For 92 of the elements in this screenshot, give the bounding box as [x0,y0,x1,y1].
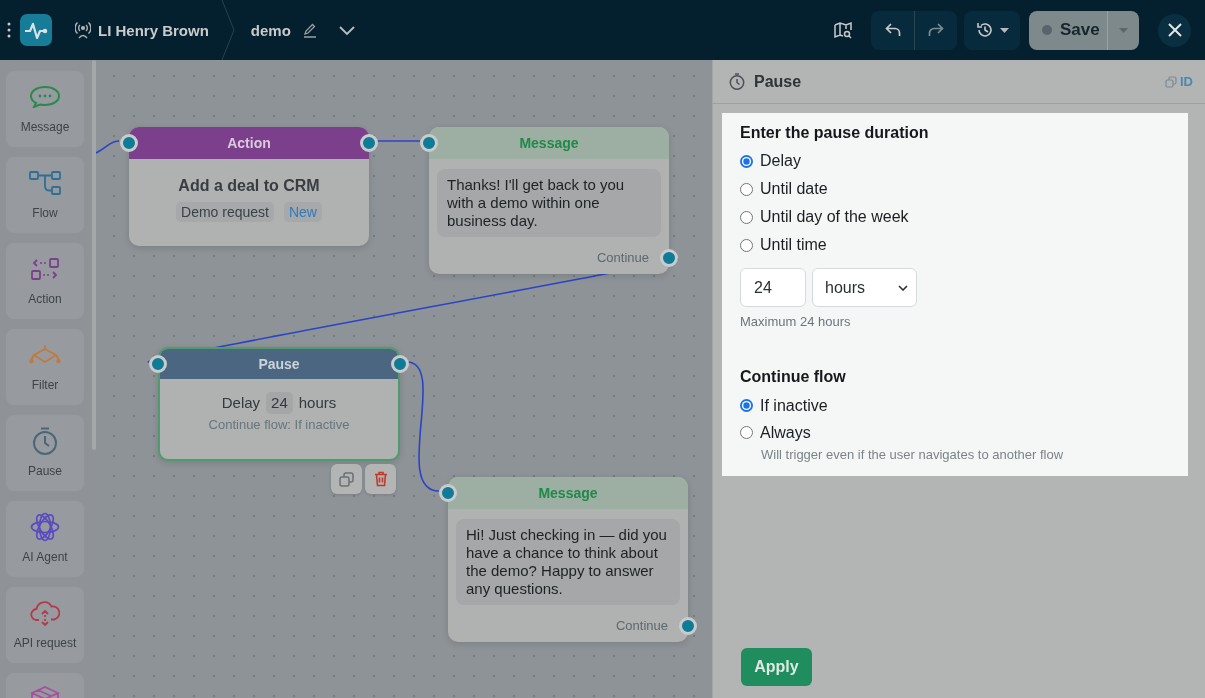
copy-icon [1165,75,1177,88]
radio-label: Until time [760,236,827,254]
stopwatch-icon [729,73,745,90]
message-node[interactable]: Message Thanks! I'll get back to you with a demo within one business day. Continue [429,127,669,274]
sidebar-item[interactable]: Pause [6,415,84,491]
action-node[interactable]: Action Add a deal to CRM Demo request New [129,127,369,246]
radio-button[interactable] [740,182,753,196]
section-heading: Continue flow [740,367,847,387]
copy-icon [339,471,354,487]
section-heading: Enter the pause duration [740,123,930,143]
history-icon [975,21,994,39]
action-heading: Add a deal to CRM [178,176,320,196]
delay-unit: hours [298,393,337,413]
radio-button[interactable] [740,210,753,224]
chevron-down-icon [898,284,908,291]
save-button[interactable]: Save [1029,10,1108,50]
chevron-down-icon[interactable] [338,25,355,35]
connection-port-icon[interactable] [660,249,678,267]
radio-button[interactable] [740,154,753,168]
panel-title: Pause [754,72,802,91]
atom-icon [30,512,60,542]
message-bubble: Thanks! I'll get back to you with a demo within one business day. [437,169,661,237]
node-title: Action [129,127,369,159]
radio-label: Until date [760,180,828,198]
connection-port-icon[interactable] [149,355,167,373]
radio-label: Delay [760,152,801,170]
delete-button[interactable] [365,464,396,494]
sidebar-item[interactable]: Flow [6,157,84,233]
stopwatch-icon [32,427,58,455]
field-hint: Maximum 24 hours [740,314,852,330]
deal-tag: New [283,202,322,222]
caret-icon [1119,27,1128,33]
sidebar-item[interactable]: Message [6,71,84,147]
close-button[interactable] [1158,13,1191,47]
duration-input[interactable]: 24 [740,268,806,307]
logo-icon[interactable] [20,14,52,46]
chat-bubble-icon [30,86,60,108]
map-search-icon[interactable] [834,21,852,39]
radio-button[interactable] [740,399,753,412]
squares-arrows-icon [31,258,59,280]
radio-label: Until day of the week [760,208,909,226]
connection-port-icon[interactable] [420,134,438,152]
branch-diamond-icon [29,344,61,366]
unit-select[interactable]: hours [812,268,917,307]
radio-label: Always [760,423,811,442]
flow-chart-icon [29,171,61,195]
deal-tag: Demo request [176,202,274,222]
radio-button[interactable] [740,238,753,252]
message-node[interactable]: Message Hi! Just checking in — did you have a chance to think about the demo? Happy to answer any questions. Continue [448,477,688,642]
flow-name: demo [250,21,291,39]
option-description: Will trigger even if the user navigates to another flow [761,447,1065,463]
radio-button[interactable] [740,426,753,439]
apply-button[interactable]: Apply [741,648,812,686]
caret-icon [999,27,1009,33]
connector-line [96,140,120,154]
delay-value: 24 [266,392,293,414]
connection-port-icon[interactable] [679,617,697,635]
continue-mode-label: Continue flow: If inactive [208,417,350,433]
duplicate-button[interactable] [331,464,362,494]
close-icon [1167,23,1182,37]
sidebar-item[interactable]: Action [6,243,84,319]
connector-line [376,140,421,142]
cloud-icon [30,599,60,627]
redo-icon [928,23,944,37]
undo-button[interactable] [871,10,915,50]
delay-label: Delay [221,393,261,413]
node-title: Message [448,477,688,509]
connection-port-icon[interactable] [391,355,409,373]
output-label: Continue [615,617,668,635]
redo-button[interactable] [915,10,957,50]
save-options-button[interactable] [1108,10,1139,50]
history-button[interactable] [964,10,1020,50]
node-title: Pause [160,349,398,379]
sidebar-item[interactable]: AI Agent [6,501,84,577]
more-icon[interactable] [7,22,11,38]
trash-icon [373,471,388,487]
sidebar-item[interactable]: API request [6,587,84,663]
status-dot-icon [1042,25,1052,35]
pencil-icon[interactable] [302,22,317,38]
workspace-name[interactable]: LI Henry Brown [98,21,209,39]
breadcrumb-chevron-icon [220,0,235,60]
node-title: Message [429,127,669,159]
pause-node[interactable]: Pause Delay 24 hours Continue flow: If inactive [158,347,400,461]
output-label: Continue [596,249,649,267]
sidebar-item[interactable]: Filter [6,329,84,405]
broadcast-icon [75,21,91,39]
undo-icon [884,23,901,37]
radio-label: If inactive [760,396,828,415]
connection-port-icon[interactable] [120,134,138,152]
message-bubble: Hi! Just checking in — did you have a chance to think about the demo? Happy to answer any questions. [456,519,680,605]
connection-port-icon[interactable] [360,134,378,152]
connection-port-icon[interactable] [439,484,457,502]
